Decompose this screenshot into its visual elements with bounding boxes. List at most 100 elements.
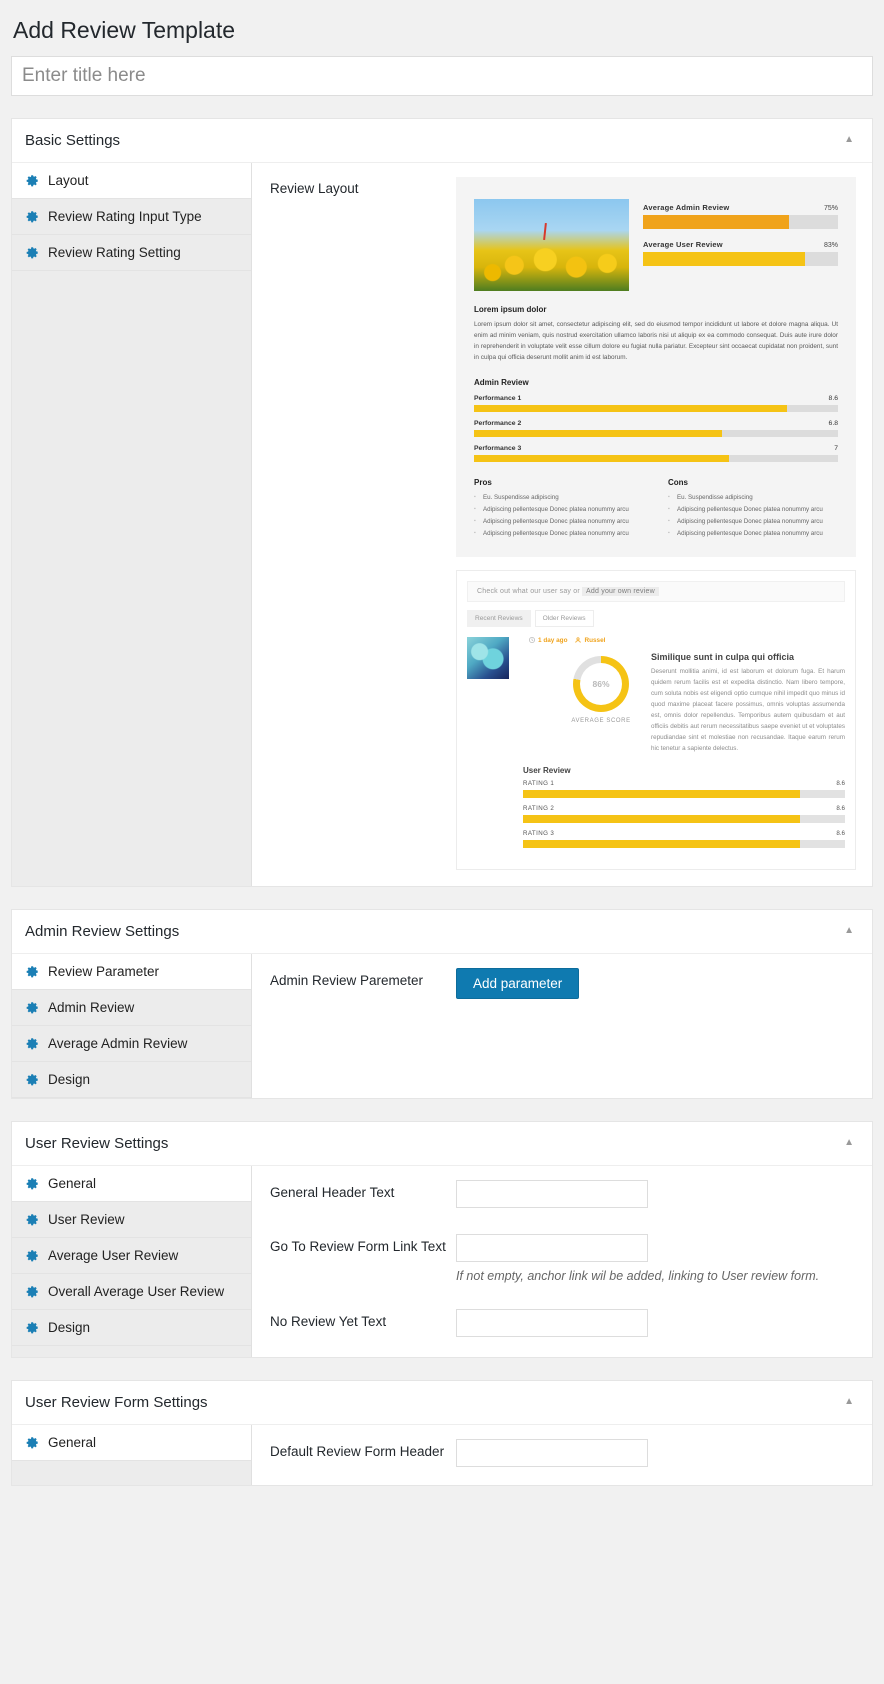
admin-review-panel: Admin Review Paremeter Add parameter	[252, 953, 872, 1098]
review-cta-bar: Check out what our user say or Add your …	[467, 580, 845, 602]
score-donut: 86%	[573, 655, 629, 712]
collapse-toggle-icon[interactable]: ▲	[840, 924, 858, 938]
average-admin-review-label: Average Admin Review	[643, 202, 730, 212]
user-review-form-settings-title: User Review Form Settings	[25, 1393, 208, 1411]
performance-bar: Performance 2 6.8	[474, 420, 838, 437]
sidebar-item-overall-average-user-review[interactable]: Overall Average User Review	[12, 1273, 251, 1310]
sidebar-item-label: Review Rating Setting	[48, 244, 181, 260]
add-review-link[interactable]: Add your own review	[582, 586, 659, 596]
page-title: Add Review Template	[13, 17, 236, 43]
user-review-ratings: User Review RATING 1 8.6 RATING 2 8.6 RA…	[467, 766, 845, 848]
layout-panel: Review Layout Average Admin Review 75% A…	[252, 162, 872, 886]
sidebar-item-design[interactable]: Design	[12, 1309, 251, 1346]
average-user-review-value: 83%	[823, 241, 838, 249]
sidebar-item-admin-review[interactable]: Admin Review	[12, 989, 251, 1026]
sidebar-item-review-rating-setting[interactable]: Review Rating Setting	[12, 234, 251, 271]
performance-bar: Performance 3 7	[474, 445, 838, 462]
sidebar-item-label: Average Admin Review	[48, 1035, 188, 1051]
list-item: Eu. Suspendisse adipiscing	[474, 493, 644, 503]
post-title-input[interactable]	[11, 55, 873, 96]
user-review-tabs: General User Review Average User Review …	[12, 1165, 252, 1357]
sidebar-item-average-admin-review[interactable]: Average Admin Review	[12, 1025, 251, 1062]
average-score-widget: 86% AVERAGE SCORE	[565, 652, 637, 754]
user-rating-value: 8.6	[836, 779, 845, 787]
user-rating-label: RATING 1	[523, 779, 555, 787]
sidebar-item-general[interactable]: General	[12, 1165, 251, 1202]
sidebar-item-label: Average User Review	[48, 1247, 179, 1263]
cons-title: Cons	[668, 477, 688, 487]
tab-older-reviews[interactable]: Older Reviews	[534, 609, 594, 627]
collapse-toggle-icon[interactable]: ▲	[840, 1136, 858, 1150]
list-item: Adipiscing pellentesque Donec platea non…	[474, 505, 644, 515]
user-review-form-panel: Default Review Form Header	[252, 1424, 872, 1485]
user-rating-bar: RATING 2 8.6	[523, 805, 845, 823]
user-review-settings-title: User Review Settings	[25, 1134, 169, 1152]
list-item: Adipiscing pellentesque Donec platea non…	[668, 517, 838, 527]
cons-list: Eu. Suspendisse adipiscing Adipiscing pe…	[668, 493, 838, 539]
review-avatar	[467, 636, 509, 679]
user-review-settings-header[interactable]: User Review Settings ▲	[12, 1122, 872, 1166]
pros-list: Eu. Suspendisse adipiscing Adipiscing pe…	[474, 493, 644, 539]
list-item: Eu. Suspendisse adipiscing	[668, 493, 838, 503]
go-to-review-form-link-text-label: Go To Review Form Link Text	[270, 1238, 446, 1254]
sidebar-item-layout[interactable]: Layout	[12, 162, 251, 199]
collapse-toggle-icon[interactable]: ▲	[840, 133, 858, 147]
admin-review-settings-title: Admin Review Settings	[25, 922, 180, 940]
preview-featured-image	[474, 198, 629, 291]
general-header-text-label: General Header Text	[270, 1184, 395, 1200]
sidebar-item-label: General	[48, 1434, 97, 1450]
sidebar-item-user-review[interactable]: User Review	[12, 1201, 251, 1238]
gear-icon	[26, 246, 39, 259]
gear-icon	[26, 1436, 39, 1449]
gear-icon	[26, 174, 39, 187]
user-review-form-settings-metabox: User Review Form Settings ▲ General Defa…	[11, 1379, 873, 1486]
gear-icon	[26, 1213, 39, 1226]
performance-label: Performance 1	[474, 394, 522, 402]
user-rating-value: 8.6	[836, 804, 845, 812]
average-user-review-label: Average User Review	[643, 239, 723, 249]
sidebar-item-average-user-review[interactable]: Average User Review	[12, 1237, 251, 1274]
collapse-toggle-icon[interactable]: ▲	[840, 1395, 858, 1409]
sidebar-item-review-rating-input-type[interactable]: Review Rating Input Type	[12, 198, 251, 235]
sidebar-item-label: Admin Review	[48, 999, 135, 1015]
list-item: Adipiscing pellentesque Donec platea non…	[668, 529, 838, 539]
tab-recent-reviews[interactable]: Recent Reviews	[467, 609, 531, 627]
sidebar-item-design[interactable]: Design	[12, 1061, 251, 1098]
clock-icon	[529, 637, 535, 644]
general-header-text-field: General Header Text	[270, 1179, 856, 1208]
basic-settings-header[interactable]: Basic Settings ▲	[12, 119, 872, 163]
gear-icon	[26, 210, 39, 223]
pros-title: Pros	[474, 477, 492, 487]
sidebar-item-label: General	[48, 1175, 97, 1191]
sidebar-item-general[interactable]: General	[12, 1424, 251, 1461]
preview-main-card: Average Admin Review 75% Average User Re…	[456, 176, 856, 557]
user-review-settings-metabox: User Review Settings ▲ General User Revi…	[11, 1120, 873, 1358]
no-review-yet-text-input[interactable]	[456, 1308, 648, 1337]
sidebar-item-review-parameter[interactable]: Review Parameter	[12, 953, 251, 990]
performance-value: 7	[834, 444, 838, 452]
admin-review-parameter-label: Admin Review Paremeter	[270, 972, 424, 988]
add-parameter-button[interactable]: Add parameter	[456, 967, 580, 999]
no-review-yet-text-field: No Review Yet Text	[270, 1308, 856, 1337]
default-review-form-header-input[interactable]	[456, 1438, 648, 1467]
admin-review-settings-header[interactable]: Admin Review Settings ▲	[12, 910, 872, 954]
go-to-review-form-link-text-field: Go To Review Form Link Text If not empty…	[270, 1233, 856, 1283]
general-header-text-input[interactable]	[456, 1179, 648, 1208]
user-icon	[575, 637, 582, 643]
go-to-review-form-link-text-input[interactable]	[456, 1233, 648, 1262]
gear-icon	[26, 1073, 39, 1086]
basic-settings-title: Basic Settings	[25, 131, 121, 149]
performance-value: 8.6	[828, 394, 838, 402]
gear-icon	[26, 1285, 39, 1298]
average-admin-review-value: 75%	[823, 204, 838, 212]
gear-icon	[26, 1249, 39, 1262]
average-user-review-bar: Average User Review 83%	[643, 240, 838, 266]
user-review-general-panel: General Header Text Go To Review Form Li…	[252, 1165, 872, 1357]
sidebar-item-label: Design	[48, 1319, 91, 1335]
cons-column: Cons Eu. Suspendisse adipiscing Adipisci…	[668, 478, 838, 541]
review-description: Deserunt mollitia animi, id est laborum …	[651, 667, 845, 752]
user-review-form-settings-header[interactable]: User Review Form Settings ▲	[12, 1381, 872, 1425]
preview-admin-review-title: Admin Review	[474, 377, 529, 387]
no-review-yet-text-label: No Review Yet Text	[270, 1313, 387, 1329]
review-author-chip: Russel	[575, 637, 605, 644]
